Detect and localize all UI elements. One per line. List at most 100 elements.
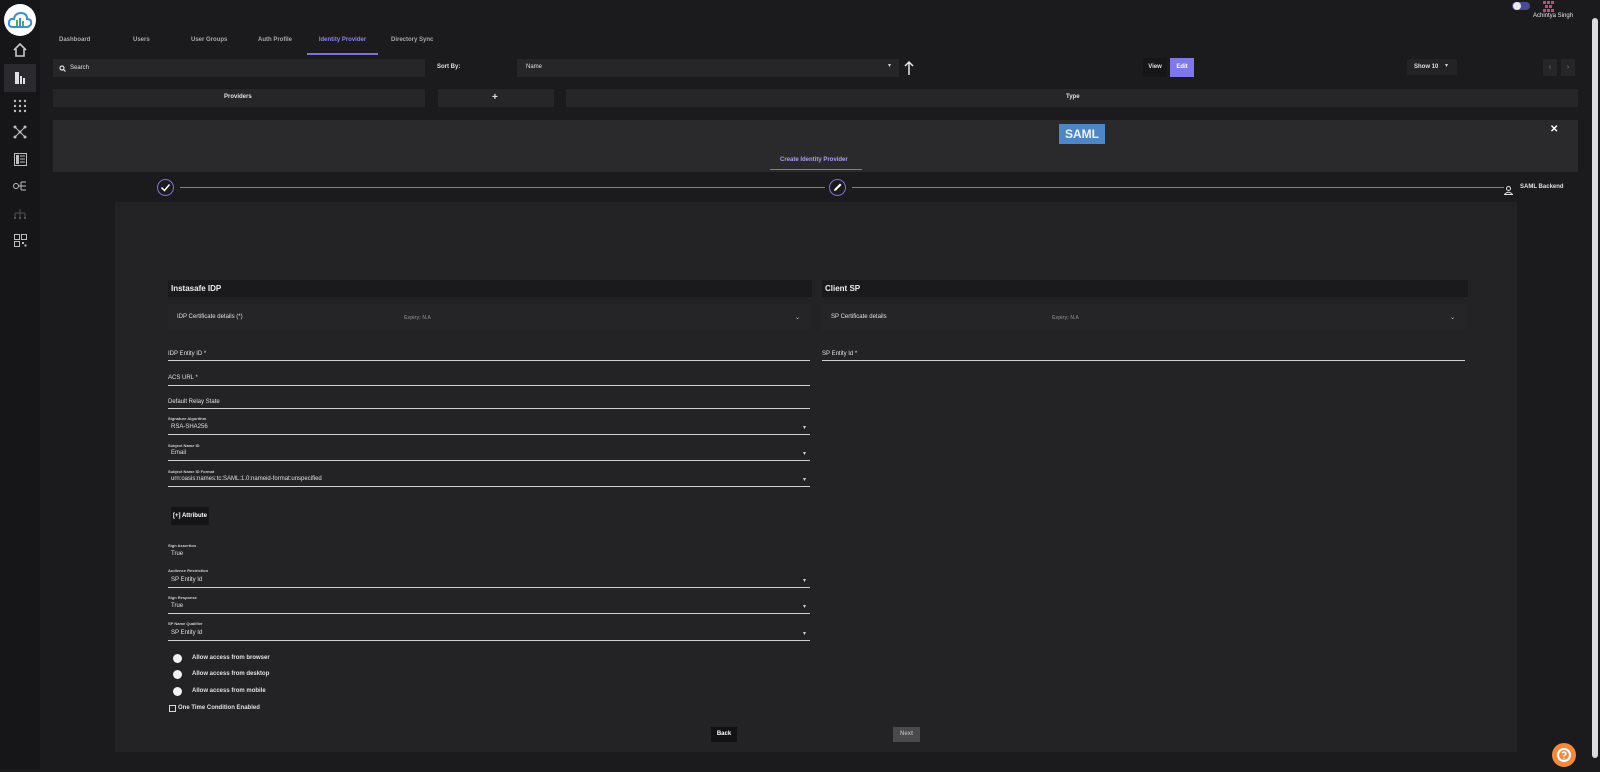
client-sp-header: Client SP — [822, 280, 1468, 297]
audience-label: Audience Restriction — [168, 568, 209, 573]
allow-desktop-label: Allow access from desktop — [192, 671, 270, 677]
sort-asc-icon[interactable] — [904, 60, 914, 76]
sp-cert-label: SP Certificate details — [831, 314, 887, 320]
search-placeholder: Search — [70, 65, 90, 71]
sp-cert-accordion[interactable]: SP Certificate details Expiry: N.A ⌄ — [822, 304, 1465, 331]
subject-format-label: Subject Name ID Format — [168, 469, 215, 474]
relay-state-field[interactable] — [168, 408, 810, 409]
search-icon — [59, 65, 66, 72]
allow-mobile-label: Allow access from mobile — [192, 688, 266, 694]
subject-format-value[interactable]: urn:oasis:names:tc:SAML:1.0:nameid-forma… — [171, 476, 322, 482]
scrollbar[interactable] — [1592, 18, 1598, 758]
saml-badge: SAML — [1059, 124, 1105, 144]
prev-page-button[interactable]: ‹ — [1543, 59, 1557, 76]
add-provider-button[interactable]: + — [438, 89, 554, 107]
sig-alg-label: Signature Algorithm — [168, 416, 207, 421]
sitemap-icon[interactable] — [8, 202, 32, 226]
caret-down-icon: ▾ — [1445, 63, 1449, 69]
audience-value[interactable]: SP Entity Id — [171, 577, 202, 583]
one-time-label: One Time Condition Enabled — [178, 705, 260, 711]
audience-select[interactable] — [168, 587, 810, 588]
idp-cert-label: IDP Certificate details (*) — [177, 314, 243, 320]
subject-format-select[interactable] — [168, 486, 810, 487]
view-button[interactable]: View — [1143, 58, 1167, 77]
acs-url-field[interactable] — [168, 385, 810, 386]
search-input[interactable]: Search — [53, 59, 425, 77]
sp-name-qualifier-select[interactable] — [168, 640, 810, 641]
network-icon[interactable] — [8, 120, 32, 144]
users-icon[interactable] — [4, 64, 36, 92]
user-name: Achintya Singh — [1533, 13, 1574, 19]
idp-cert-accordion[interactable]: IDP Certificate details (*) Expiry: N.A … — [168, 304, 809, 331]
check-icon — [160, 184, 171, 192]
step-label-saml-backend: SAML Backend — [1520, 184, 1564, 190]
sign-response-select[interactable] — [168, 613, 810, 614]
sig-alg-value[interactable]: RSA-SHA256 — [171, 424, 208, 430]
type-label: Type — [1066, 94, 1080, 100]
next-page-button[interactable]: › — [1561, 59, 1575, 76]
cloud-logo-icon[interactable] — [4, 4, 36, 36]
list-icon[interactable] — [8, 147, 32, 171]
avatar[interactable] — [1542, 0, 1556, 12]
sign-response-label: Sign Response — [168, 595, 197, 600]
show-count-label: Show 10 — [1414, 64, 1439, 70]
subject-name-id-value[interactable]: Email — [171, 450, 186, 456]
sp-entity-id-label: SP Entity Id * — [822, 351, 858, 357]
sp-cert-expiry: Expiry: N.A — [1052, 315, 1079, 321]
sign-assertion-value[interactable]: True — [171, 551, 183, 557]
pencil-icon — [834, 183, 842, 191]
stepper-line-2 — [852, 187, 1504, 188]
sort-value: Name — [526, 64, 543, 70]
tab-user-groups[interactable]: User Groups — [191, 33, 227, 53]
allow-mobile-radio[interactable] — [173, 687, 182, 696]
tab-users[interactable]: Users — [133, 33, 150, 53]
theme-toggle[interactable] — [1512, 2, 1530, 10]
chevron-down-icon: ▾ — [803, 631, 807, 637]
grid-icon[interactable] — [8, 94, 32, 118]
sp-name-qualifier-value[interactable]: SP Entity Id — [171, 630, 202, 636]
back-button[interactable]: Back — [711, 727, 737, 742]
next-button[interactable]: Next — [893, 727, 920, 742]
home-icon[interactable] — [8, 38, 32, 62]
add-attribute-button[interactable]: [+] Attribute — [171, 507, 209, 525]
allow-desktop-radio[interactable] — [173, 670, 182, 679]
tab-identity-provider[interactable]: Identity Provider — [307, 33, 378, 55]
chevron-down-icon: ⌄ — [1450, 315, 1456, 321]
idp-entity-id-field[interactable] — [168, 360, 810, 361]
chevron-down-icon: ▾ — [803, 425, 807, 431]
question-icon — [1557, 748, 1571, 762]
show-count-select[interactable]: Show 10 ▾ — [1407, 59, 1457, 75]
chevron-down-icon: ▾ — [803, 578, 807, 584]
allow-browser-label: Allow access from browser — [192, 655, 270, 661]
step-current — [829, 179, 846, 196]
chevron-down-icon: ▾ — [803, 604, 807, 610]
instasafe-idp-header: Instasafe IDP — [168, 280, 812, 297]
person-icon — [1503, 182, 1514, 200]
chevron-down-icon: ▾ — [887, 63, 891, 69]
chevron-down-icon: ▾ — [803, 477, 807, 483]
edit-button[interactable]: Edit — [1170, 58, 1194, 77]
sort-by-label: Sort By: — [437, 64, 461, 70]
sidebar — [0, 0, 40, 769]
sign-response-value[interactable]: True — [171, 603, 183, 609]
create-idp-tab[interactable]: Create Identity Provider — [780, 157, 848, 163]
stepper-line-1 — [180, 187, 825, 188]
subject-name-id-label: Subject Name ID — [168, 443, 200, 448]
sig-alg-select[interactable] — [168, 434, 810, 435]
sort-select[interactable]: Name ▾ — [517, 59, 899, 77]
tab-directory-sync[interactable]: Directory Sync — [391, 33, 433, 53]
panel-header — [53, 120, 1578, 172]
settings-flow-icon[interactable] — [8, 174, 32, 198]
apps-icon[interactable] — [8, 228, 32, 252]
plus-icon: + — [492, 92, 498, 103]
sign-assertion-label: Sign Assertion — [168, 543, 197, 548]
subject-name-id-select[interactable] — [168, 460, 810, 461]
tab-auth-profile[interactable]: Auth Profile — [258, 33, 292, 53]
sp-entity-id-field[interactable] — [822, 360, 1465, 361]
close-icon[interactable]: ✕ — [1550, 124, 1558, 135]
one-time-checkbox[interactable] — [169, 705, 176, 712]
allow-browser-radio[interactable] — [173, 654, 182, 663]
tab-dashboard[interactable]: Dashboard — [59, 33, 90, 53]
help-button[interactable] — [1552, 743, 1576, 767]
idp-entity-id-label: IDP Entity ID * — [168, 351, 207, 357]
